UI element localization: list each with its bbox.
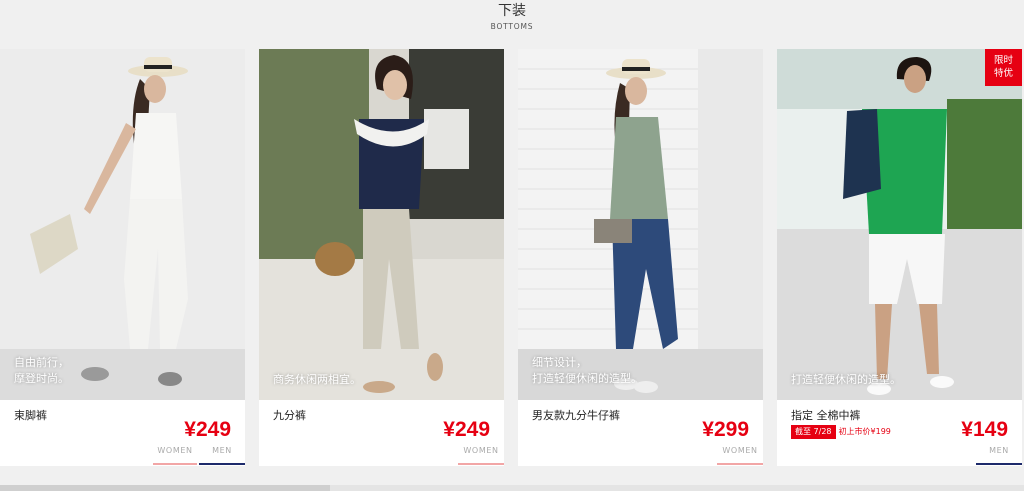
product-image[interactable] (777, 49, 1022, 400)
product-price: ¥249 (443, 418, 490, 441)
tab-women[interactable]: WOMEN (717, 446, 763, 465)
product-name[interactable]: 指定 全棉中裤 (791, 407, 861, 423)
product-price: ¥299 (702, 418, 749, 441)
product-name[interactable]: 束脚裤 (14, 407, 47, 423)
product-card[interactable]: 自由前行， 摩登时尚。 束脚裤 ¥249 WOMEN MEN (0, 49, 245, 466)
scrollbar-thumb[interactable] (0, 485, 330, 491)
product-price: ¥249 (184, 418, 231, 441)
tab-men[interactable]: MEN (976, 446, 1022, 465)
tab-men[interactable]: MEN (199, 446, 245, 465)
section-title: 下装 (498, 3, 526, 19)
tab-women[interactable]: WOMEN (458, 446, 504, 465)
product-card[interactable]: 细节设计， 打造轻便休闲的造型。 男友款九分牛仔裤 ¥299 WOMEN (518, 49, 763, 466)
product-image[interactable] (259, 49, 504, 400)
product-name[interactable]: 男友款九分牛仔裤 (532, 407, 620, 423)
product-name[interactable]: 九分裤 (273, 407, 306, 423)
product-price: ¥149 (961, 418, 1008, 441)
product-image[interactable] (0, 49, 245, 400)
product-caption: 自由前行， 摩登时尚。 (14, 356, 69, 385)
horizontal-scrollbar[interactable] (0, 485, 1024, 491)
product-caption: 细节设计， 打造轻便休闲的造型。 (532, 356, 642, 385)
limited-offer-badge: 限时 特优 (985, 49, 1022, 86)
tab-women[interactable]: WOMEN (153, 446, 197, 465)
product-image[interactable] (518, 49, 763, 400)
section-subtitle: BOTTOMS (490, 22, 534, 31)
product-caption: 打造轻便休闲的造型。 (791, 373, 901, 386)
promo-info: 截至 7/28 初上市价¥199 (791, 425, 891, 439)
product-card[interactable]: 商务休闲两相宜。 九分裤 ¥249 WOMEN (259, 49, 504, 466)
original-price: 初上市价¥199 (838, 427, 891, 436)
promo-deadline-badge: 截至 7/28 (791, 425, 836, 439)
product-card[interactable]: 限时 特优 打造轻便休闲的造型。 指定 全棉中裤 截至 7/28 初上市价¥199… (777, 49, 1022, 466)
product-caption: 商务休闲两相宜。 (273, 373, 361, 386)
section-header: 下装 BOTTOMS (0, 0, 1024, 46)
